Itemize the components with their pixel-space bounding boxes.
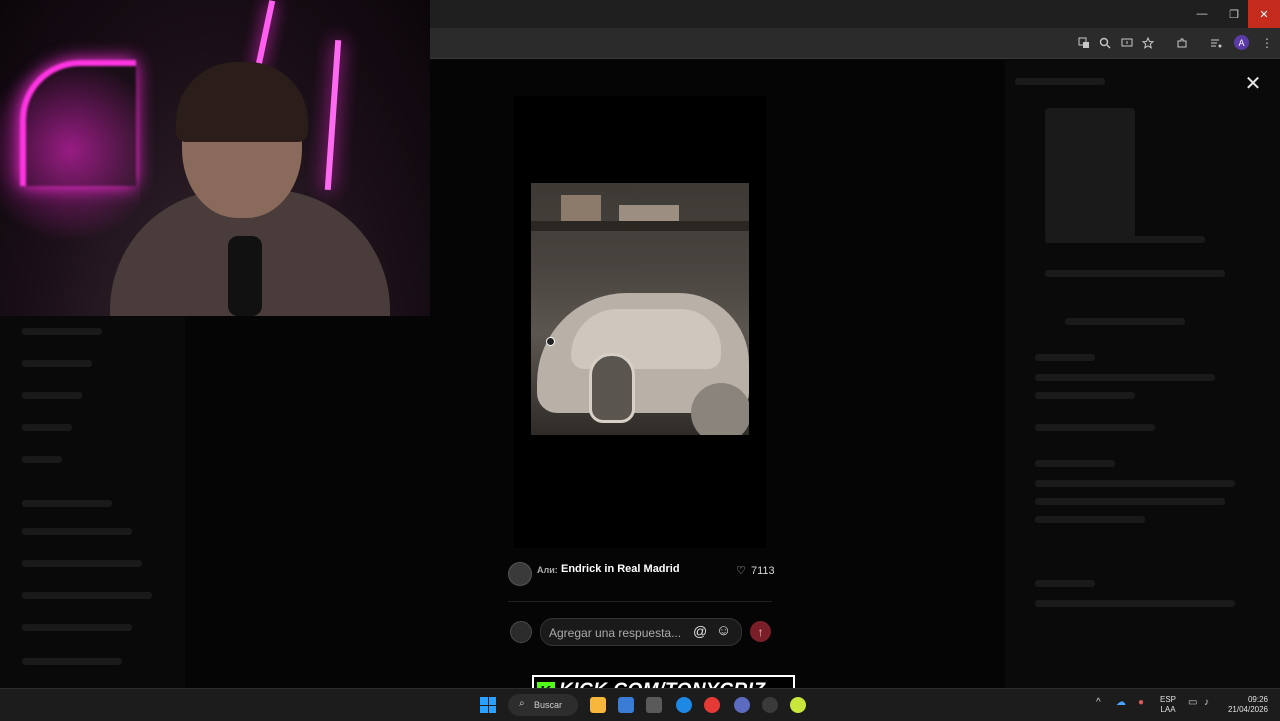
- background-line: [22, 592, 152, 599]
- car-wheel: [691, 383, 749, 435]
- background-line: [22, 560, 142, 567]
- background-line: [1035, 460, 1115, 467]
- system-clock[interactable]: 09:26 21/04/2026: [1222, 695, 1268, 715]
- microphone: [228, 236, 262, 316]
- background-line: [1035, 580, 1095, 587]
- translate-icon[interactable]: [1076, 35, 1092, 51]
- garage-shelf: [531, 221, 749, 231]
- mouse-cursor: [546, 337, 555, 346]
- post-meta: Али: Endrick in Real Madrid ♡ 7113: [508, 560, 775, 586]
- tray-chevron-icon[interactable]: ^: [1096, 697, 1101, 708]
- clock-time: 09:26: [1247, 695, 1268, 704]
- install-icon[interactable]: [1119, 35, 1135, 51]
- app-icon[interactable]: [790, 697, 806, 713]
- discord-icon[interactable]: [734, 697, 750, 713]
- car-grille: [589, 353, 635, 423]
- window-close-button[interactable]: ✕: [1248, 0, 1280, 28]
- divider: [508, 601, 772, 602]
- profile-avatar[interactable]: A: [1234, 35, 1249, 50]
- chrome-icon[interactable]: [704, 697, 720, 713]
- user-avatar: [510, 621, 532, 643]
- streamer-hair: [176, 62, 308, 142]
- menu-icon[interactable]: ⋮: [1259, 35, 1275, 51]
- language-layout: LAA: [1160, 705, 1176, 714]
- background-sidebar: [0, 316, 185, 688]
- background-comments: [1005, 60, 1280, 688]
- post-image[interactable]: [531, 183, 749, 435]
- volume-icon[interactable]: ♪: [1204, 697, 1209, 708]
- neon-light: [324, 39, 342, 191]
- background-line: [22, 624, 132, 631]
- background-line: [22, 456, 62, 463]
- browser-titlebar: — ❐ ✕: [430, 0, 1280, 28]
- zoom-icon[interactable]: [1097, 35, 1113, 51]
- background-line: [22, 392, 82, 399]
- background-line: [22, 360, 92, 367]
- minimize-button[interactable]: —: [1186, 0, 1218, 28]
- post-author[interactable]: Али:: [537, 565, 558, 575]
- obs-icon[interactable]: [762, 697, 778, 713]
- background-line: [1035, 392, 1135, 399]
- neon-light: [20, 60, 136, 186]
- language-code: ESP: [1160, 695, 1177, 704]
- background-line: [1035, 600, 1235, 607]
- windows-start-icon[interactable]: [480, 697, 496, 713]
- background-thumbnail: [1045, 108, 1135, 238]
- restore-button[interactable]: ❐: [1218, 0, 1250, 28]
- like-count: 7113: [751, 565, 775, 577]
- microphone-icon[interactable]: ●: [1138, 697, 1144, 708]
- extensions-icon[interactable]: [1174, 35, 1190, 51]
- background-line: [1065, 318, 1185, 325]
- emoji-icon[interactable]: ☺: [716, 622, 731, 639]
- network-icon[interactable]: ▭: [1188, 697, 1197, 708]
- background-line: [22, 424, 72, 431]
- star-icon[interactable]: [1140, 35, 1156, 51]
- heart-icon[interactable]: ♡: [736, 564, 746, 577]
- reply-box: @ ☺: [540, 618, 742, 646]
- background-line: [1045, 236, 1205, 243]
- background-line: [22, 528, 132, 535]
- taskbar-search-label: Buscar: [534, 700, 563, 710]
- background-line: [1035, 354, 1095, 361]
- mention-icon[interactable]: @: [693, 623, 707, 639]
- modal-close-button[interactable]: ✕: [1243, 74, 1263, 94]
- author-avatar[interactable]: [508, 562, 532, 586]
- file-explorer-icon[interactable]: [590, 697, 606, 713]
- app-icon[interactable]: [646, 697, 662, 713]
- background-line: [1035, 374, 1215, 381]
- edge-icon[interactable]: [676, 697, 692, 713]
- webcam-overlay: [0, 0, 430, 316]
- background-line: [1035, 480, 1235, 487]
- media-icon[interactable]: [1208, 35, 1224, 51]
- post-title: Endrick in Real Madrid: [561, 563, 680, 575]
- background-line: [1015, 78, 1105, 85]
- store-icon[interactable]: [618, 697, 634, 713]
- background-line: [22, 500, 112, 507]
- cloud-icon[interactable]: ☁: [1116, 697, 1126, 708]
- background-line: [1035, 424, 1155, 431]
- windows-taskbar: ⌕ Buscar ^ ☁ ● ESP LAA ▭ ♪ 09:26 21/04/2…: [0, 688, 1280, 721]
- clock-date: 21/04/2026: [1227, 705, 1268, 714]
- storage-box: [561, 195, 601, 221]
- background-line: [1035, 498, 1225, 505]
- background-line: [22, 658, 122, 665]
- send-button[interactable]: ↑: [750, 621, 771, 642]
- background-line: [1035, 516, 1145, 523]
- browser-toolbar: A ⋮: [430, 28, 1280, 59]
- reply-input[interactable]: [547, 622, 691, 644]
- neon-light: [254, 0, 276, 70]
- search-icon[interactable]: ⌕: [519, 698, 525, 709]
- background-line: [22, 328, 102, 335]
- storage-box: [619, 205, 679, 221]
- background-line: [1045, 270, 1225, 277]
- language-indicator[interactable]: ESP LAA: [1160, 695, 1176, 715]
